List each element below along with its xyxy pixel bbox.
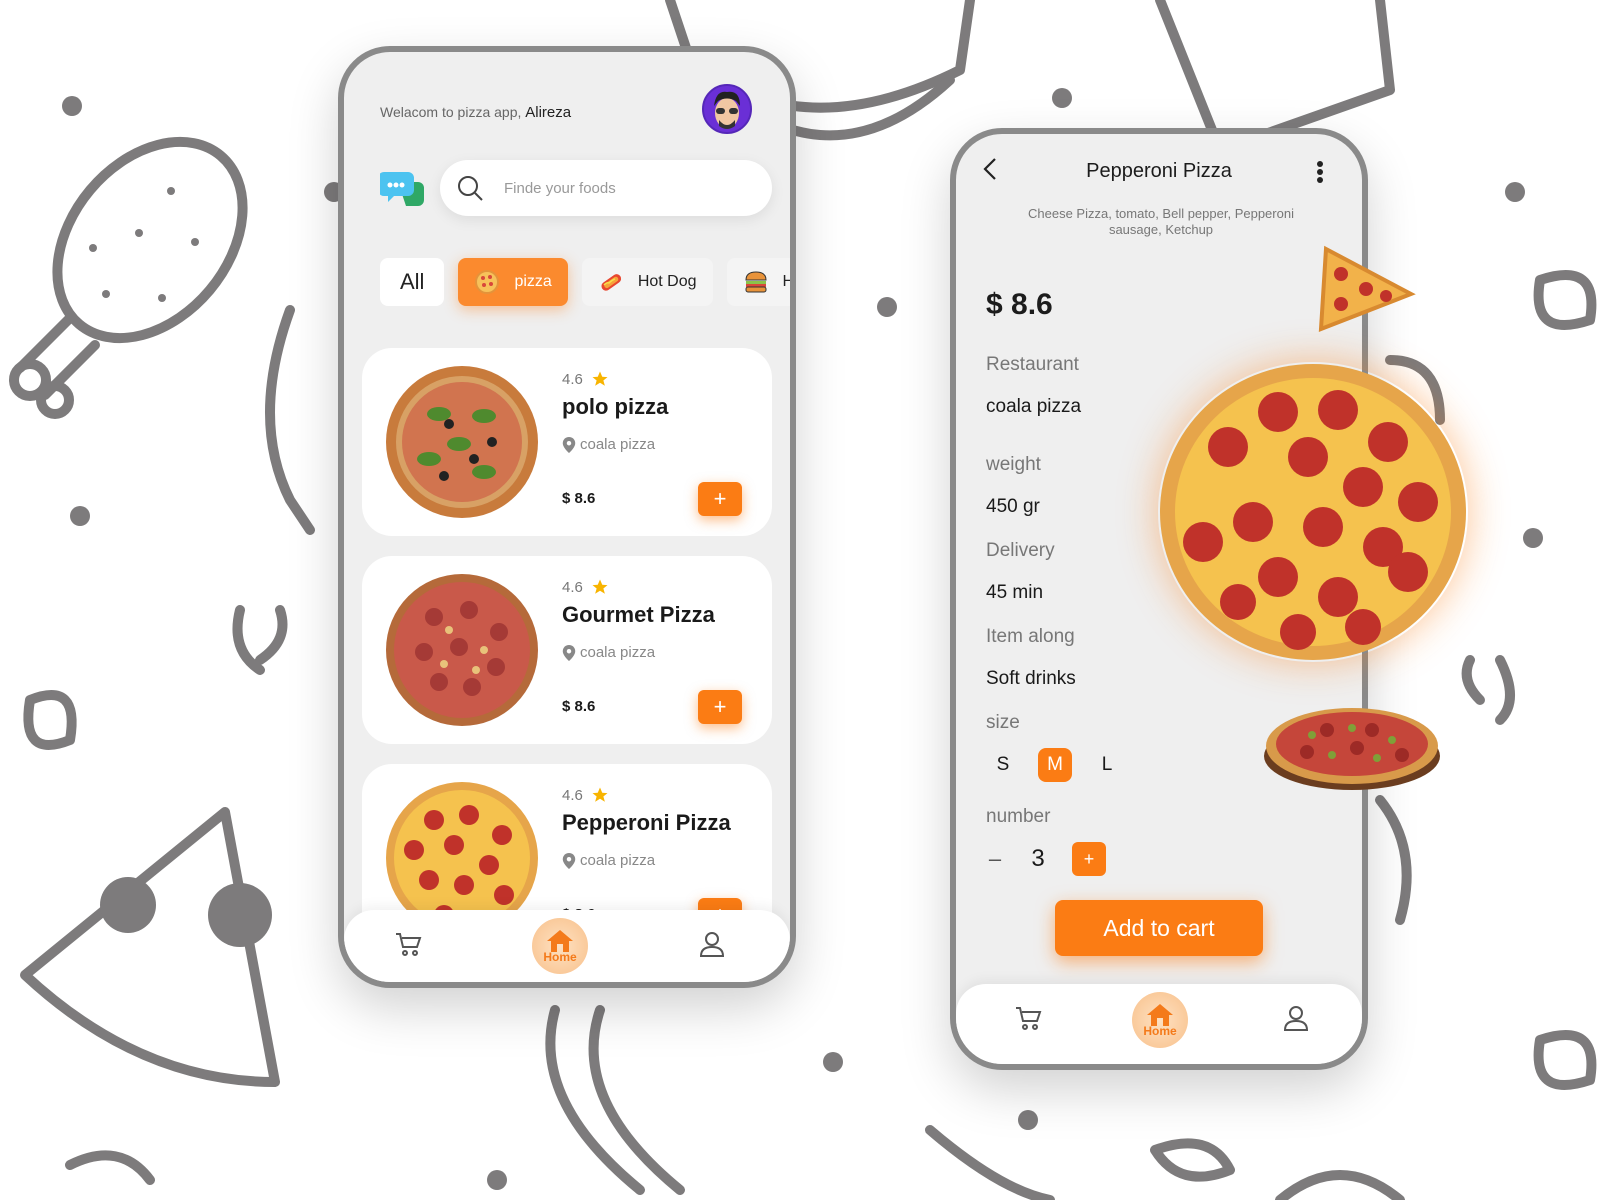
size-l[interactable]: L: [1090, 748, 1124, 782]
price: $ 8.6: [986, 288, 1053, 321]
description: Cheese Pizza, tomato, Bell pepper, Peppe…: [1028, 206, 1294, 237]
number-label: number: [986, 806, 1051, 827]
decrement-button[interactable]: –: [986, 846, 1004, 872]
size-selector: S M L: [986, 748, 1124, 782]
category-label: Hot Dog: [782, 273, 795, 290]
nav-home[interactable]: Home: [1132, 992, 1188, 1048]
increment-button[interactable]: +: [1072, 842, 1106, 876]
food-name: polo pizza: [562, 394, 669, 419]
category-burger[interactable]: Hot Dog: [726, 258, 795, 306]
star-icon: [592, 371, 608, 386]
restaurant-name: coala pizza: [580, 436, 656, 453]
add-button[interactable]: +: [698, 690, 742, 724]
home-screen: Welacom to pizza app, Alireza All piz: [338, 46, 796, 988]
pizza-slice-image: [1318, 245, 1416, 332]
rating: 4.6: [562, 786, 609, 804]
leaf-doodle: [23, 690, 77, 750]
rating: 4.6: [562, 578, 609, 596]
category-chips: All pizza Hot Dog Hot Dog: [380, 258, 795, 306]
restaurant: coala pizza: [562, 644, 655, 661]
size-m[interactable]: M: [1038, 748, 1072, 782]
category-pizza[interactable]: pizza: [458, 258, 568, 306]
greeting: Welacom to pizza app, Alireza: [380, 104, 571, 121]
rating-value: 4.6: [562, 786, 583, 804]
nav-home[interactable]: Home: [532, 918, 588, 974]
restaurant: coala pizza: [562, 852, 655, 869]
search-bar[interactable]: [440, 160, 772, 216]
cart-icon: [396, 933, 422, 956]
location-pin-icon: [562, 852, 576, 869]
pizza-plate-image: [1264, 708, 1440, 790]
item-along-value: Soft drinks: [986, 668, 1076, 689]
food-name: Pepperoni Pizza: [562, 810, 731, 835]
category-label: pizza: [514, 273, 552, 290]
user-icon: [699, 932, 725, 957]
size-label: size: [986, 712, 1020, 733]
pizza-slice-doodle: [20, 807, 280, 1087]
avatar[interactable]: [702, 84, 752, 134]
restaurant-name: coala pizza: [580, 644, 656, 661]
avatar-icon: [714, 91, 740, 129]
food-list: 4.6 polo pizza coala pizza $ 8.6 + 4.6 G…: [362, 348, 772, 972]
more-vertical-icon: [1317, 161, 1323, 183]
delivery-label: Delivery: [986, 540, 1055, 561]
nav-cart[interactable]: [1008, 998, 1048, 1038]
more-button[interactable]: [1316, 160, 1324, 189]
restaurant-value: coala pizza: [986, 396, 1082, 417]
gourmet-pizza-image: [386, 574, 538, 726]
add-to-cart-button[interactable]: Add to cart: [1055, 900, 1263, 956]
nav-profile[interactable]: [1276, 998, 1316, 1038]
search-icon: [458, 176, 483, 201]
page-title: Pepperoni Pizza: [1086, 160, 1232, 182]
location-pin-icon: [562, 644, 576, 661]
category-all[interactable]: All: [380, 258, 445, 306]
search-input[interactable]: [504, 179, 744, 197]
rating-value: 4.6: [562, 578, 583, 596]
bottom-nav: Home: [344, 910, 790, 982]
greeting-text: Welacom to pizza app,: [380, 104, 522, 120]
food-price: $ 8.6: [562, 698, 596, 715]
food-card[interactable]: 4.6 polo pizza coala pizza $ 8.6 +: [362, 348, 772, 536]
restaurant: coala pizza: [562, 436, 655, 453]
category-hotdog[interactable]: Hot Dog: [581, 258, 713, 306]
cart-icon: [1016, 1007, 1042, 1030]
weight-label: weight: [986, 454, 1041, 475]
rating: 4.6: [562, 370, 609, 388]
weight-value: 450 gr: [986, 496, 1040, 517]
item-along-label: Item along: [986, 626, 1075, 647]
polo-pizza-image: [386, 366, 538, 518]
bottom-nav: Home: [956, 984, 1362, 1064]
chat-icon[interactable]: [380, 170, 424, 210]
user-name: Alireza: [525, 104, 572, 121]
rating-value: 4.6: [562, 370, 583, 388]
location-pin-icon: [562, 436, 576, 453]
pizza-icon: [475, 270, 500, 294]
add-button[interactable]: +: [698, 482, 742, 516]
restaurant-name: coala pizza: [580, 852, 656, 869]
star-icon: [592, 787, 608, 802]
home-label: Home: [1143, 1024, 1177, 1038]
restaurant-label: Restaurant: [986, 354, 1079, 375]
chicken-leg-doodle: [9, 136, 248, 419]
food-card[interactable]: 4.6 Gourmet Pizza coala pizza $ 8.6 +: [362, 556, 772, 744]
food-name: Gourmet Pizza: [562, 602, 715, 627]
burger-icon: [745, 271, 767, 293]
star-icon: [592, 579, 608, 594]
hotdog-icon: [601, 274, 621, 291]
home-label: Home: [543, 950, 577, 964]
category-label: All: [400, 269, 425, 294]
nav-cart[interactable]: [388, 924, 428, 964]
pepperoni-pizza-hero-image: [1160, 364, 1466, 660]
food-price: $ 8.6: [562, 490, 596, 507]
quantity-value: 3: [1031, 845, 1045, 872]
category-label: Hot Dog: [637, 273, 697, 290]
user-icon: [1283, 1006, 1309, 1031]
size-s[interactable]: S: [986, 748, 1020, 782]
nav-profile[interactable]: [692, 924, 732, 964]
quantity-stepper: – 3 +: [986, 842, 1106, 876]
delivery-value: 45 min: [986, 582, 1044, 603]
